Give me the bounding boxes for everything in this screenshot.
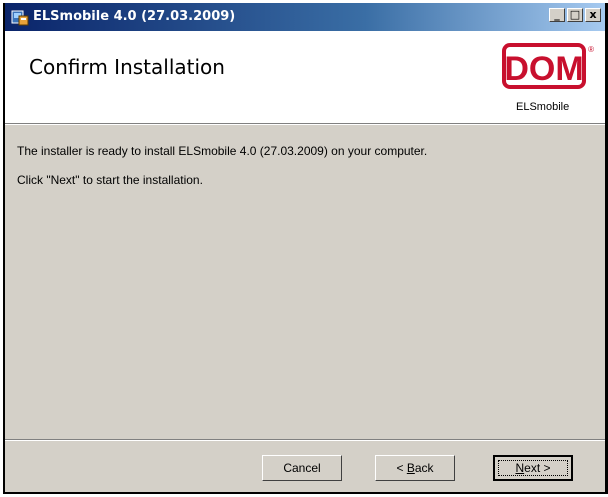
dom-logo-mark: DOM	[502, 43, 586, 89]
title-bar[interactable]: ELSmobile 4.0 (27.03.2009) _ □ x	[5, 3, 605, 31]
close-button[interactable]: x	[585, 8, 601, 22]
cancel-button[interactable]: Cancel	[262, 455, 342, 481]
back-label-rest: ack	[414, 461, 434, 475]
header-separator	[5, 123, 605, 125]
next-button[interactable]: Next >	[493, 455, 573, 481]
page-title: Confirm Installation	[29, 55, 225, 79]
back-label-accel: B	[406, 461, 415, 475]
focus-indicator	[498, 460, 568, 476]
logo-text: DOM	[504, 50, 583, 88]
dom-logo: DOM ® ELSmobile	[502, 43, 594, 119]
back-button[interactable]: < Back	[375, 455, 455, 481]
footer-separator	[5, 439, 605, 441]
maximize-button[interactable]: □	[567, 8, 583, 22]
instruction-message: Click "Next" to start the installation.	[17, 173, 203, 187]
installer-app-icon	[11, 10, 29, 26]
back-label-prefix: <	[396, 461, 407, 475]
minimize-icon: _	[554, 8, 560, 21]
cancel-label: Cancel	[283, 461, 321, 475]
header-banner: Confirm Installation DOM ® ELSmobile	[5, 31, 605, 123]
close-icon: x	[589, 8, 597, 21]
logo-subtitle: ELSmobile	[516, 101, 570, 113]
installer-window: ELSmobile 4.0 (27.03.2009) _ □ x Confirm…	[3, 3, 608, 494]
window-title: ELSmobile 4.0 (27.03.2009)	[33, 9, 236, 24]
registered-mark: ®	[588, 45, 594, 54]
minimize-button[interactable]: _	[549, 8, 565, 22]
maximize-icon: □	[569, 8, 581, 21]
ready-message: The installer is ready to install ELSmob…	[17, 144, 428, 158]
